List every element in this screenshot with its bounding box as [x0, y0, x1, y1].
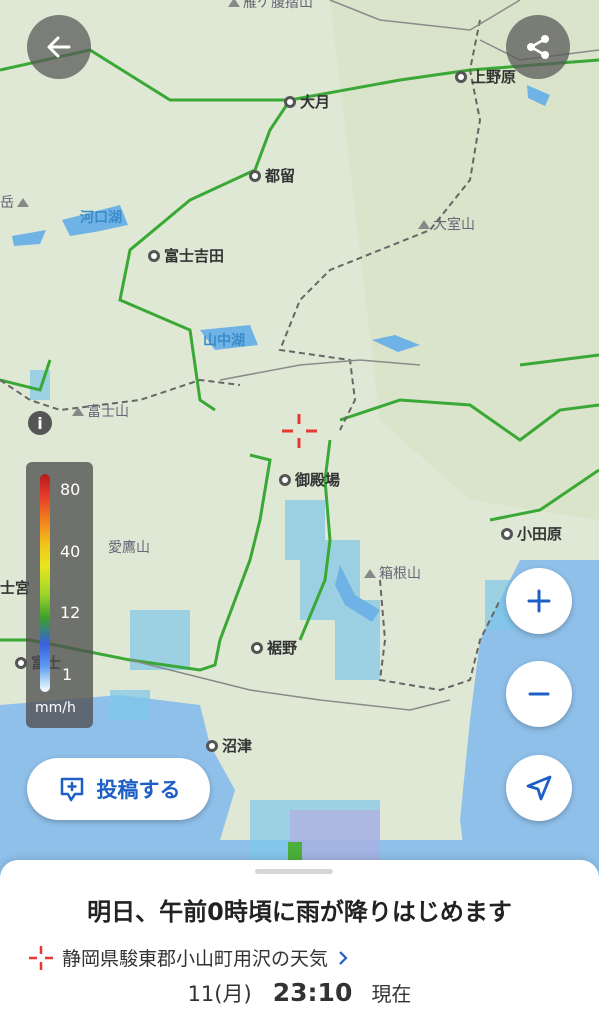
rain-forecast-headline: 明日、午前0時頃に雨が降りはじめます — [87, 898, 512, 926]
place-uenohara[interactable]: 上野原 — [455, 66, 516, 87]
mountain-hakoneyama: 箱根山 — [364, 563, 421, 583]
now-label: 現在 — [371, 982, 412, 1006]
legend-tick: 12 — [60, 603, 81, 622]
place-susono[interactable]: 裾野 — [251, 637, 297, 658]
back-button[interactable] — [27, 15, 91, 79]
mountain-omuroyama: 大室山 — [418, 214, 475, 234]
current-location-button[interactable] — [506, 755, 572, 821]
info-icon[interactable]: i — [28, 411, 52, 435]
place-odawara[interactable]: 小田原 — [501, 523, 562, 544]
arrow-left-icon — [47, 36, 71, 58]
post-button-label: 投稿する — [96, 778, 181, 802]
zoom-out-button[interactable] — [506, 661, 572, 727]
place-tsuru[interactable]: 都留 — [249, 165, 295, 186]
location-name: 静岡県駿東郡小山町用沢の天気 — [62, 948, 329, 970]
place-numazu[interactable]: 沼津 — [206, 735, 252, 756]
mountain-partial-left: 岳 — [0, 192, 29, 212]
chat-bubble-plus-icon — [60, 777, 83, 802]
place-fujiyoshida[interactable]: 富士吉田 — [148, 245, 224, 266]
sheet-drag-handle[interactable] — [255, 869, 333, 874]
location-link[interactable]: 静岡県駿東郡小山町用沢の天気 — [28, 944, 350, 971]
lake-yamanakako: 山中湖 — [203, 333, 245, 349]
navigation-arrow-icon — [526, 775, 552, 801]
zoom-in-button[interactable] — [506, 568, 572, 634]
mountain-partial-top: 雁ケ腹摺山 — [228, 0, 313, 12]
forecast-sheet[interactable]: 明日、午前0時頃に雨が降りはじめます 静岡県駿東郡小山町用沢の天気 11(月) … — [0, 860, 599, 1024]
time-label: 23:10 — [272, 978, 353, 1007]
share-button[interactable] — [506, 15, 570, 79]
legend-tick: 80 — [60, 480, 81, 499]
minus-icon — [528, 692, 550, 696]
place-gotemba[interactable]: 御殿場 — [279, 469, 340, 490]
svg-text:i: i — [37, 414, 42, 433]
share-icon — [527, 35, 549, 59]
rain-legend: 80 40 12 1 mm/h — [26, 462, 93, 728]
crosshair-icon — [29, 945, 53, 970]
plus-icon — [527, 589, 551, 613]
legend-unit: mm/h — [35, 700, 76, 716]
mountain-ashitakayama: 愛鷹山 — [108, 540, 150, 556]
date-label: 11(月) — [187, 982, 252, 1006]
mountain-fujisan: 富士山 — [72, 401, 129, 421]
legend-tick: 1 — [62, 665, 73, 684]
lake-kawaguchiko: 河口湖 — [80, 210, 122, 226]
legend-color-bar — [40, 474, 50, 692]
legend-tick: 40 — [60, 542, 81, 561]
place-otsuki[interactable]: 大月 — [284, 91, 330, 112]
time-display: 11(月) 23:10 現在 — [0, 978, 599, 1008]
chevron-right-icon — [339, 950, 348, 965]
post-report-button[interactable]: 投稿する — [27, 758, 210, 820]
